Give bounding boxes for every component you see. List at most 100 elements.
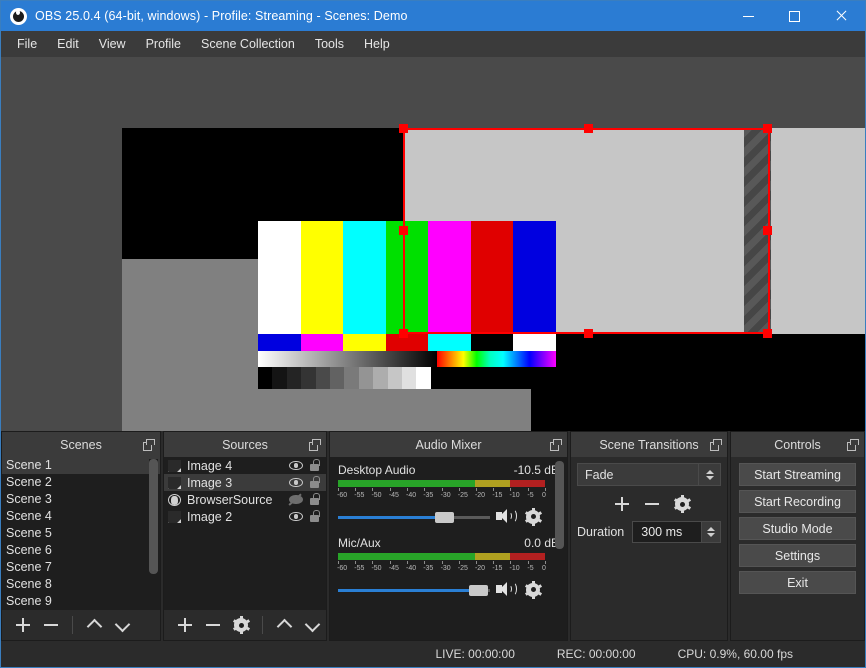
- scenes-list[interactable]: Scene 1 Scene 2 Scene 3 Scene 4 Scene 5 …: [2, 457, 160, 610]
- meter-tick: -20: [474, 492, 486, 499]
- browser-source-icon: [168, 493, 181, 506]
- scene-list-item[interactable]: Scene 7: [2, 559, 160, 576]
- resize-handle-top-left[interactable]: [399, 124, 408, 133]
- source-list-item[interactable]: Image 4: [164, 457, 326, 474]
- sources-list-body[interactable]: Image 4 Image 3 BrowserSource Image 2: [164, 457, 326, 610]
- add-transition-button[interactable]: [609, 492, 635, 516]
- source-lock-toggle[interactable]: [308, 476, 321, 489]
- menu-help[interactable]: Help: [354, 34, 400, 54]
- scenes-scrollbar[interactable]: [149, 459, 158, 608]
- maximize-button[interactable]: [771, 1, 817, 31]
- scene-list-item[interactable]: Scene 9: [2, 593, 160, 610]
- resize-handle-top-center[interactable]: [584, 124, 593, 133]
- start-streaming-button[interactable]: Start Streaming: [739, 463, 856, 486]
- float-dock-icon[interactable]: [309, 439, 321, 451]
- source-list-item[interactable]: BrowserSource: [164, 491, 326, 508]
- controls-title-label: Controls: [774, 437, 821, 452]
- resize-handle-middle-right[interactable]: [763, 226, 772, 235]
- source-selection-box[interactable]: [399, 124, 772, 338]
- meter-scale-labels: -60 -55 -50 -45 -40 -35 -30 -25 -20 -15 …: [337, 565, 546, 576]
- scene-list-item[interactable]: Scene 8: [2, 576, 160, 593]
- scenes-toolbar: [2, 610, 160, 640]
- volume-slider[interactable]: [338, 510, 490, 524]
- menu-tools[interactable]: Tools: [305, 34, 354, 54]
- start-recording-button[interactable]: Start Recording: [739, 490, 856, 513]
- source-lock-toggle[interactable]: [308, 493, 321, 506]
- move-source-down-button[interactable]: [299, 613, 325, 637]
- resize-handle-top-right[interactable]: [763, 124, 772, 133]
- studio-mode-button[interactable]: Studio Mode: [739, 517, 856, 540]
- source-visibility-toggle[interactable]: [288, 511, 305, 523]
- audio-mixer-scrollbar-thumb[interactable]: [555, 461, 564, 549]
- rec-status: REC: 00:00:00: [556, 647, 636, 661]
- controls-body: Start Streaming Start Recording Studio M…: [731, 457, 864, 640]
- source-properties-button[interactable]: [228, 613, 254, 637]
- meter-tick: -5: [527, 492, 534, 499]
- audio-control-row: [338, 507, 559, 526]
- float-dock-icon[interactable]: [710, 439, 722, 451]
- settings-button[interactable]: Settings: [739, 544, 856, 567]
- scene-list-item[interactable]: Scene 5: [2, 525, 160, 542]
- scene-list-item[interactable]: Scene 2: [2, 474, 160, 491]
- menu-file[interactable]: File: [7, 34, 47, 54]
- grayscale-steps: [258, 367, 431, 389]
- source-visibility-toggle[interactable]: [288, 494, 305, 506]
- move-source-up-icon: [276, 617, 292, 633]
- audio-settings-gear-icon[interactable]: [524, 580, 542, 599]
- remove-transition-icon: [644, 496, 660, 512]
- transition-select[interactable]: Fade: [577, 463, 721, 486]
- source-lock-toggle[interactable]: [308, 510, 321, 523]
- float-dock-icon[interactable]: [143, 439, 155, 451]
- minimize-icon: [742, 15, 754, 17]
- scene-list-item[interactable]: Scene 6: [2, 542, 160, 559]
- resize-handle-bottom-center[interactable]: [584, 329, 593, 338]
- menu-view[interactable]: View: [89, 34, 136, 54]
- float-dock-icon[interactable]: [550, 439, 562, 451]
- scene-list-item[interactable]: Scene 4: [2, 508, 160, 525]
- duration-stepper[interactable]: [702, 521, 721, 543]
- transition-properties-button[interactable]: [669, 492, 695, 516]
- meter-tick: 0: [542, 565, 546, 572]
- close-button[interactable]: [817, 1, 865, 31]
- menu-scene-collection[interactable]: Scene Collection: [191, 34, 305, 54]
- meter-scale-labels: -60 -55 -50 -45 -40 -35 -30 -25 -20 -15 …: [337, 492, 546, 503]
- move-source-up-button[interactable]: [271, 613, 297, 637]
- minimize-button[interactable]: [725, 1, 771, 31]
- move-scene-up-button[interactable]: [81, 613, 107, 637]
- resize-handle-bottom-left[interactable]: [399, 329, 408, 338]
- move-scene-down-button[interactable]: [109, 613, 135, 637]
- audio-mixer-title-label: Audio Mixer: [415, 437, 482, 452]
- audio-control-row: [338, 580, 559, 599]
- resize-handle-bottom-right[interactable]: [763, 329, 772, 338]
- speaker-icon[interactable]: [496, 508, 518, 525]
- scenes-scrollbar-thumb[interactable]: [149, 459, 158, 574]
- remove-transition-button[interactable]: [639, 492, 665, 516]
- float-dock-icon[interactable]: [847, 439, 859, 451]
- scenes-list-body[interactable]: Scene 1 Scene 2 Scene 3 Scene 4 Scene 5 …: [2, 457, 160, 610]
- preview-canvas-area[interactable]: [1, 57, 865, 431]
- duration-spinbox[interactable]: 300 ms: [632, 521, 721, 543]
- source-name: Image 3: [187, 475, 233, 490]
- duration-value[interactable]: 300 ms: [632, 521, 702, 543]
- remove-source-button[interactable]: [200, 613, 226, 637]
- scene-list-item[interactable]: Scene 3: [2, 491, 160, 508]
- exit-button[interactable]: Exit: [739, 571, 856, 594]
- source-list-item[interactable]: Image 3: [164, 474, 326, 491]
- resize-handle-middle-left[interactable]: [399, 226, 408, 235]
- source-visibility-toggle[interactable]: [288, 477, 305, 489]
- source-name: BrowserSource: [187, 492, 273, 507]
- source-visibility-toggle[interactable]: [288, 460, 305, 472]
- menu-edit[interactable]: Edit: [47, 34, 89, 54]
- source-lock-toggle[interactable]: [308, 459, 321, 472]
- volume-slider[interactable]: [338, 583, 490, 597]
- add-scene-button[interactable]: [10, 613, 36, 637]
- chevron-updown-icon[interactable]: [699, 463, 721, 486]
- audio-settings-gear-icon[interactable]: [524, 507, 542, 526]
- menu-profile[interactable]: Profile: [136, 34, 191, 54]
- remove-scene-button[interactable]: [38, 613, 64, 637]
- speaker-icon[interactable]: [496, 581, 518, 598]
- source-list-item[interactable]: Image 2: [164, 508, 326, 525]
- scene-list-item[interactable]: Scene 1: [2, 457, 160, 474]
- add-source-button[interactable]: [172, 613, 198, 637]
- meter-tick: -30: [440, 492, 451, 499]
